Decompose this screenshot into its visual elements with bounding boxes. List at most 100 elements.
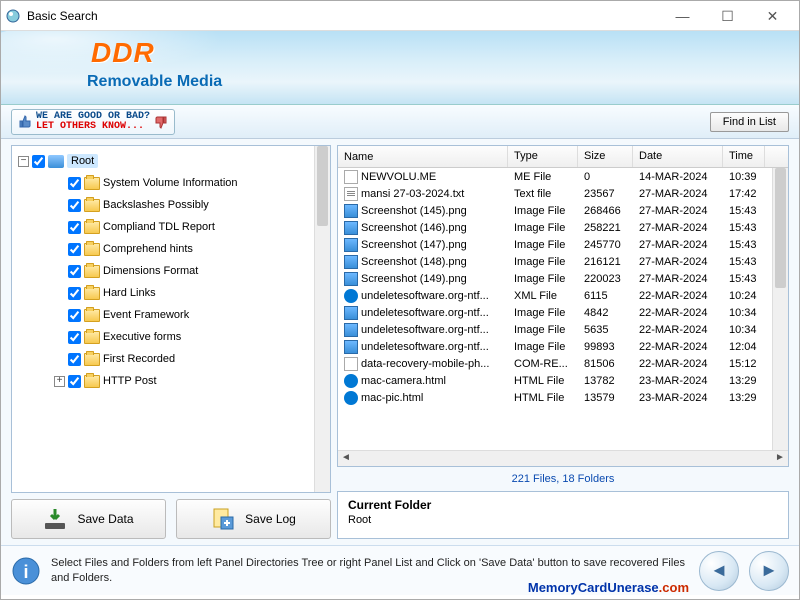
tree-item[interactable]: Hard Links — [14, 282, 328, 304]
tree-item-checkbox[interactable] — [68, 287, 81, 300]
hscroll-left[interactable]: ◄ — [338, 451, 354, 467]
file-name: NEWVOLU.ME — [361, 171, 436, 183]
hscroll-right[interactable]: ► — [772, 451, 788, 467]
tree-item[interactable]: Comprehend hints — [14, 238, 328, 260]
minimize-button[interactable]: — — [660, 2, 705, 30]
table-row[interactable]: Screenshot (146).png Image File 258221 2… — [338, 219, 788, 236]
tree-item[interactable]: Dimensions Format — [14, 260, 328, 282]
current-folder-label: Current Folder — [348, 498, 778, 512]
file-type: COM-RE... — [508, 358, 578, 370]
file-type: Image File — [508, 239, 578, 251]
table-row[interactable]: undeletesoftware.org-ntf... Image File 9… — [338, 338, 788, 355]
file-size: 216121 — [578, 256, 633, 268]
save-log-button[interactable]: Save Log — [176, 499, 331, 539]
drive-icon — [48, 155, 64, 168]
thumbs-down-icon — [154, 115, 168, 129]
file-name: undeletesoftware.org-ntf... — [361, 290, 489, 302]
file-name: data-recovery-mobile-ph... — [361, 358, 489, 370]
grid-hscrollbar[interactable]: ◄ ► — [338, 450, 788, 466]
file-size: 6115 — [578, 290, 633, 302]
maximize-button[interactable]: ☐ — [705, 2, 750, 30]
file-date: 27-MAR-2024 — [633, 205, 723, 217]
save-data-button[interactable]: Save Data — [11, 499, 166, 539]
promo-line-1: WE ARE GOOD OR BAD? — [36, 112, 150, 122]
file-time: 10:34 — [723, 307, 765, 319]
img-file-icon — [344, 255, 358, 269]
table-row[interactable]: Screenshot (149).png Image File 220023 2… — [338, 270, 788, 287]
file-type: Image File — [508, 324, 578, 336]
save-log-icon — [211, 507, 235, 531]
file-size: 0 — [578, 171, 633, 183]
tree-item-label: Backslashes Possibly — [103, 199, 209, 211]
tree-item[interactable]: Backslashes Possibly — [14, 194, 328, 216]
table-row[interactable]: Screenshot (145).png Image File 268466 2… — [338, 202, 788, 219]
app-icon — [5, 8, 21, 24]
file-grid[interactable]: Name Type Size Date Time NEWVOLU.ME ME F… — [337, 145, 789, 467]
table-row[interactable]: mac-pic.html HTML File 13579 23-MAR-2024… — [338, 389, 788, 406]
file-time: 17:42 — [723, 188, 765, 200]
table-row[interactable]: undeletesoftware.org-ntf... XML File 611… — [338, 287, 788, 304]
tree-item-checkbox[interactable] — [68, 353, 81, 366]
close-button[interactable]: ✕ — [750, 2, 795, 30]
file-time: 15:43 — [723, 256, 765, 268]
table-row[interactable]: NEWVOLU.ME ME File 0 14-MAR-2024 10:39 — [338, 168, 788, 185]
grid-vscrollbar[interactable] — [772, 168, 788, 450]
table-row[interactable]: undeletesoftware.org-ntf... Image File 5… — [338, 321, 788, 338]
table-row[interactable]: Screenshot (148).png Image File 216121 2… — [338, 253, 788, 270]
col-size[interactable]: Size — [578, 146, 633, 167]
tree-expand-icon[interactable]: + — [54, 376, 65, 387]
table-row[interactable]: mansi 27-03-2024.txt Text file 23567 27-… — [338, 185, 788, 202]
tree-item-checkbox[interactable] — [68, 331, 81, 344]
feedback-promo-button[interactable]: WE ARE GOOD OR BAD? LET OTHERS KNOW... — [11, 109, 175, 135]
file-file-icon — [344, 357, 358, 371]
file-time: 13:29 — [723, 375, 765, 387]
brand-logo: DDR — [91, 37, 155, 69]
table-row[interactable]: mac-camera.html HTML File 13782 23-MAR-2… — [338, 372, 788, 389]
table-row[interactable]: data-recovery-mobile-ph... COM-RE... 815… — [338, 355, 788, 372]
find-in-list-button[interactable]: Find in List — [710, 112, 789, 132]
tree-item-checkbox[interactable] — [68, 221, 81, 234]
title-bar: Basic Search — ☐ ✕ — [1, 1, 799, 31]
folder-icon — [84, 309, 100, 322]
tree-item-checkbox[interactable] — [68, 265, 81, 278]
tree-item[interactable]: Executive forms — [14, 326, 328, 348]
tree-collapse-icon[interactable]: − — [18, 156, 29, 167]
nav-forward-button[interactable]: ► — [749, 551, 789, 591]
tree-scrollbar[interactable] — [314, 146, 330, 492]
tree-item[interactable]: Compliand TDL Report — [14, 216, 328, 238]
file-type: Image File — [508, 205, 578, 217]
tree-item-checkbox[interactable] — [68, 199, 81, 212]
tree-item-checkbox[interactable] — [68, 177, 81, 190]
table-row[interactable]: undeletesoftware.org-ntf... Image File 4… — [338, 304, 788, 321]
img-file-icon — [344, 221, 358, 235]
tree-item[interactable]: System Volume Information — [14, 172, 328, 194]
tree-root-checkbox[interactable] — [32, 155, 45, 168]
file-name: Screenshot (148).png — [361, 256, 467, 268]
tree-item[interactable]: Event Framework — [14, 304, 328, 326]
img-file-icon — [344, 323, 358, 337]
file-size: 4842 — [578, 307, 633, 319]
file-type: Text file — [508, 188, 578, 200]
tree-item[interactable]: First Recorded — [14, 348, 328, 370]
file-time: 15:43 — [723, 273, 765, 285]
tree-root-label[interactable]: Root — [67, 154, 98, 168]
info-icon: i — [11, 556, 41, 586]
tree-item-checkbox[interactable] — [68, 375, 81, 388]
col-date[interactable]: Date — [633, 146, 723, 167]
tree-item-label: Executive forms — [103, 331, 181, 343]
nav-back-button[interactable]: ◄ — [699, 551, 739, 591]
tree-item-checkbox[interactable] — [68, 309, 81, 322]
file-date: 22-MAR-2024 — [633, 358, 723, 370]
col-name[interactable]: Name — [338, 146, 508, 167]
file-type: Image File — [508, 341, 578, 353]
folder-tree[interactable]: − Root System Volume Information Backsla… — [11, 145, 331, 493]
img-file-icon — [344, 204, 358, 218]
col-type[interactable]: Type — [508, 146, 578, 167]
tree-item-checkbox[interactable] — [68, 243, 81, 256]
file-type: XML File — [508, 290, 578, 302]
file-size: 245770 — [578, 239, 633, 251]
col-time[interactable]: Time — [723, 146, 765, 167]
tree-item[interactable]: + HTTP Post — [14, 370, 328, 392]
table-row[interactable]: Screenshot (147).png Image File 245770 2… — [338, 236, 788, 253]
main-content: − Root System Volume Information Backsla… — [1, 139, 799, 545]
